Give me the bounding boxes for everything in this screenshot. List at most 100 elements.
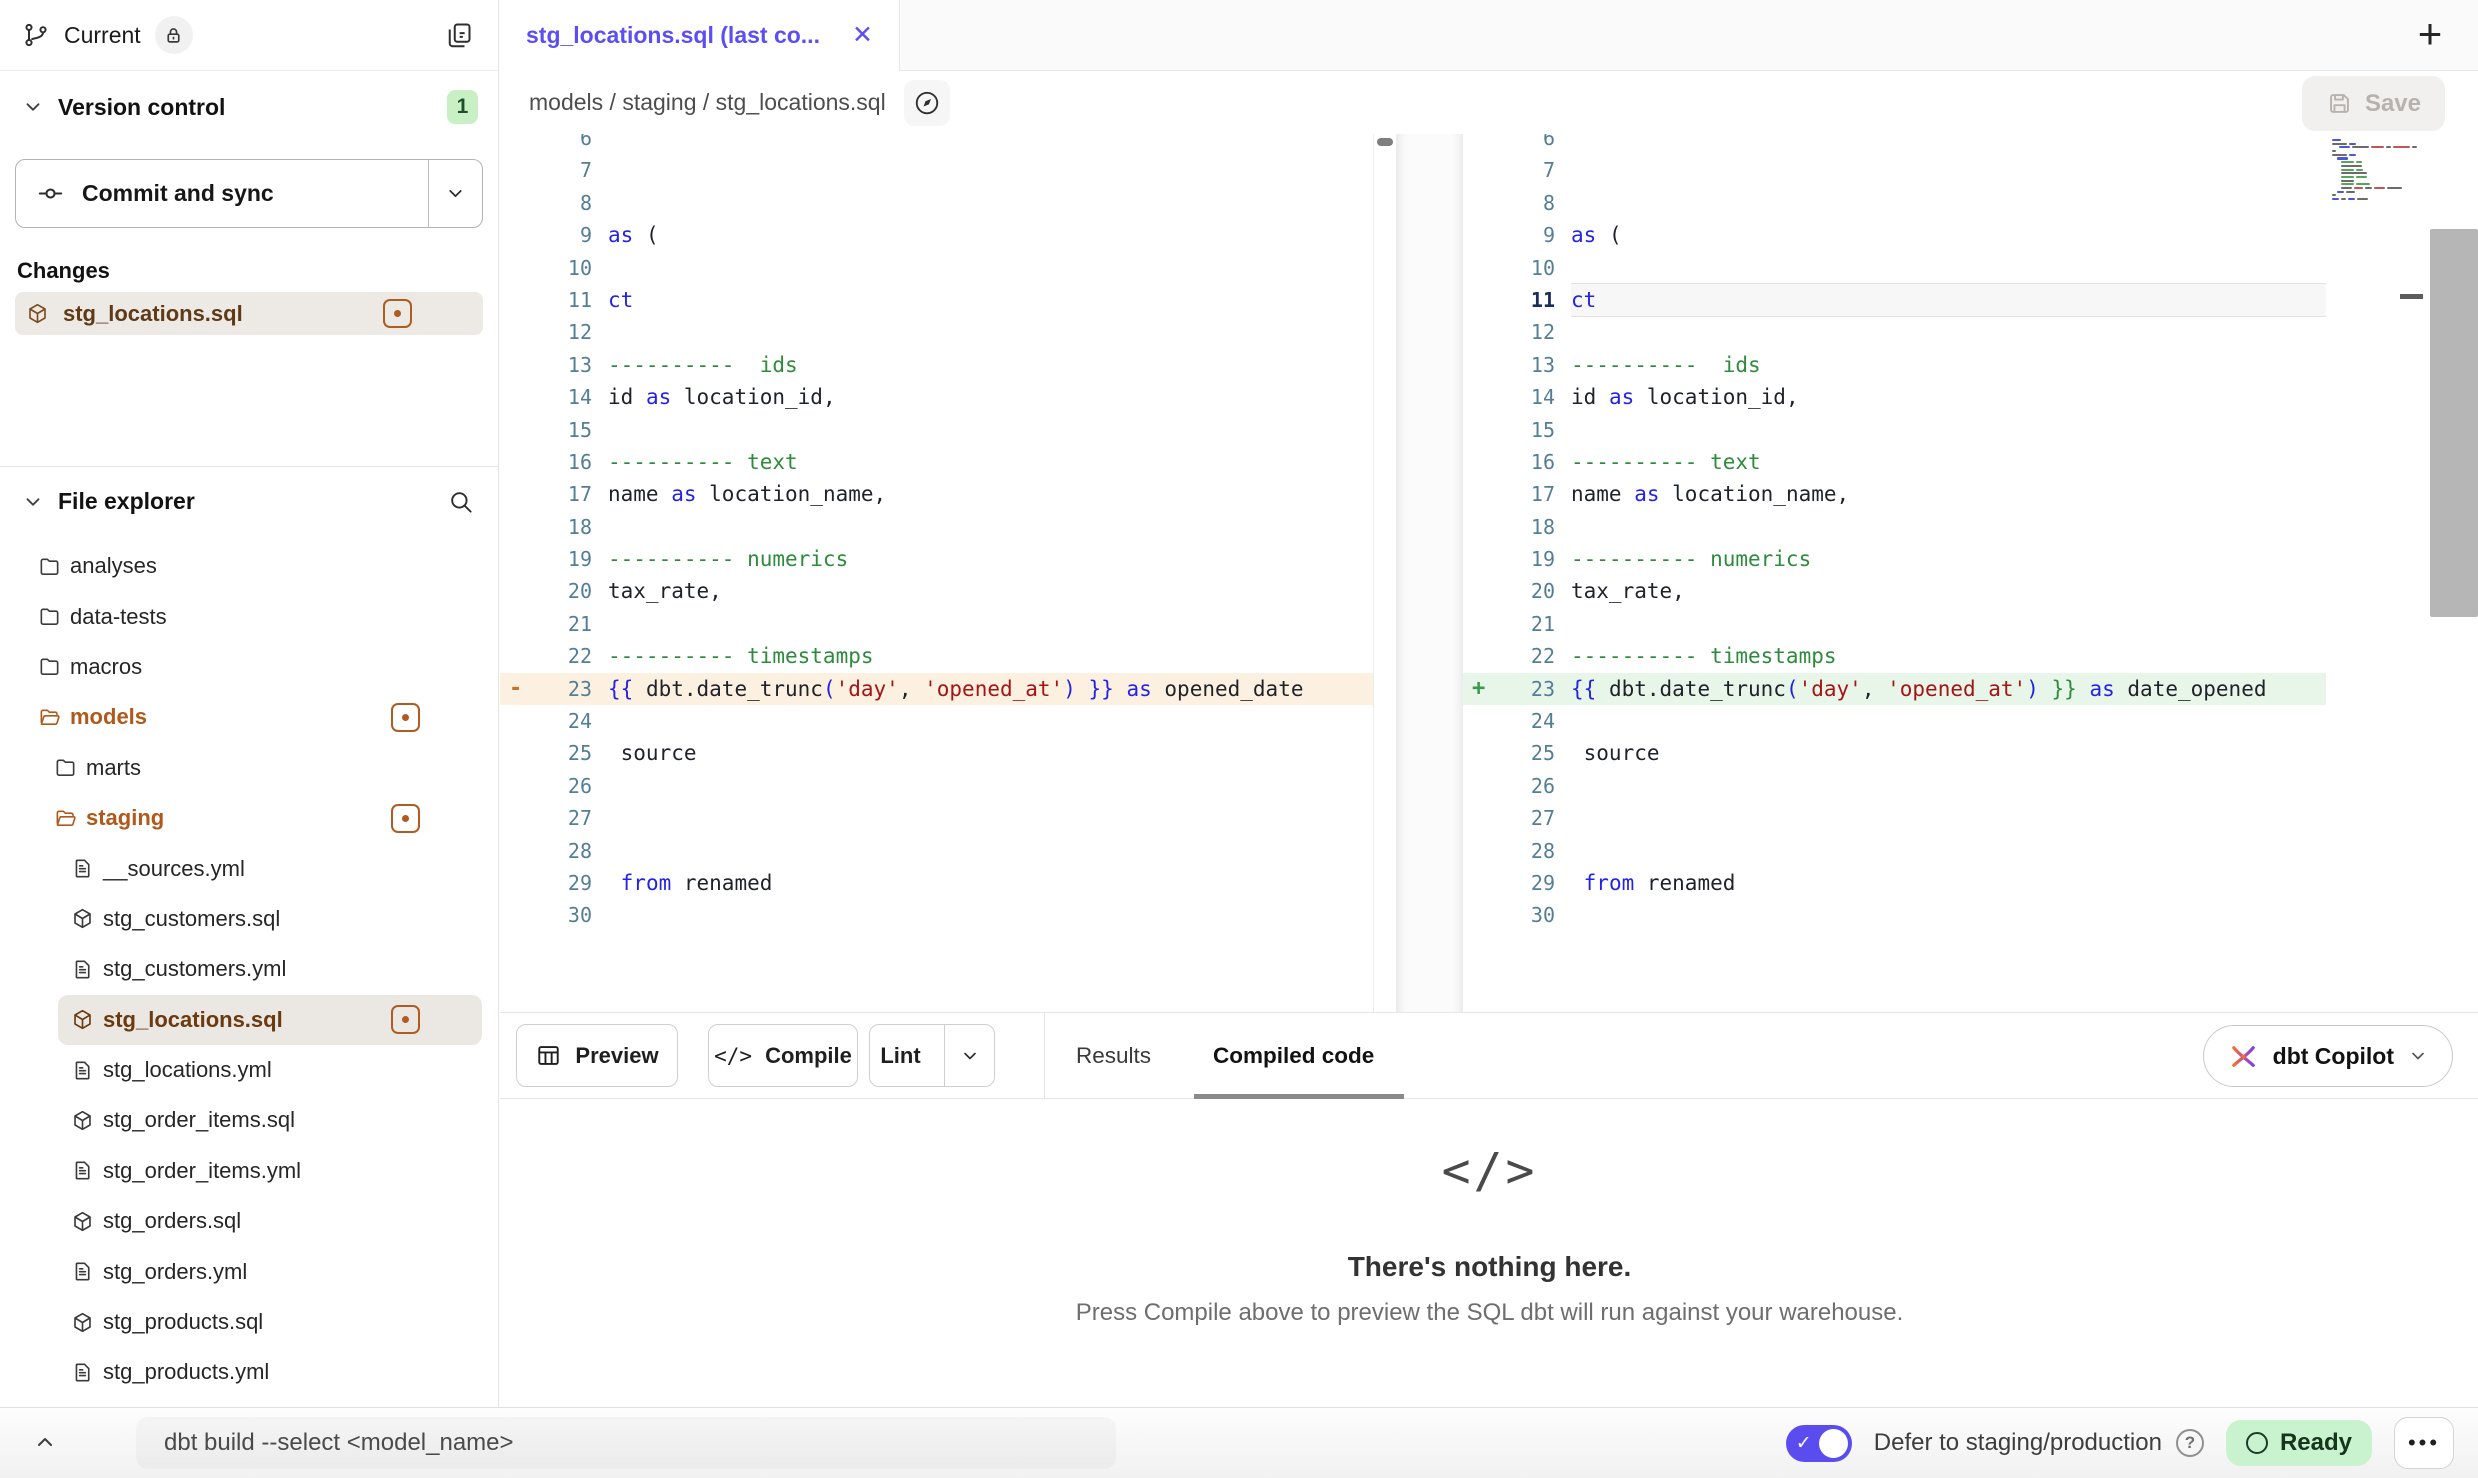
left-pane-scrollbar[interactable] — [1373, 134, 1397, 1012]
ready-status-badge[interactable]: Ready — [2226, 1420, 2372, 1466]
tab-compiled-code[interactable]: Compiled code — [1213, 1013, 1374, 1098]
code-line-original-9[interactable]: 9as ( — [500, 219, 1373, 251]
code-line-original-11[interactable]: 11ct — [500, 284, 1373, 316]
code-line-modified-21[interactable]: 21 — [1463, 608, 2326, 640]
code-line-original-27[interactable]: 27 — [500, 802, 1373, 834]
tree-item-stg-locations-yml[interactable]: stg_locations.yml — [0, 1045, 498, 1095]
preview-button[interactable]: Preview — [516, 1024, 678, 1087]
save-button[interactable]: Save — [2302, 76, 2445, 131]
command-input[interactable]: dbt build --select <model_name> — [136, 1417, 1116, 1469]
help-icon[interactable]: ? — [2176, 1429, 2204, 1457]
search-icon[interactable] — [447, 488, 474, 515]
code-line-original-24[interactable]: 24 — [500, 705, 1373, 737]
code-line-modified-27[interactable]: 27 — [1463, 802, 2326, 834]
code-line-modified-23[interactable]: +23{{ dbt.date_trunc('day', 'opened_at')… — [1463, 673, 2326, 705]
code-line-original-23[interactable]: -23{{ dbt.date_trunc('day', 'opened_at')… — [500, 673, 1373, 705]
tree-item-data-tests[interactable]: data-tests — [0, 591, 498, 641]
tree-item-stg-order-items-yml[interactable]: stg_order_items.yml — [0, 1146, 498, 1196]
code-line-original-21[interactable]: 21 — [500, 608, 1373, 640]
code-line-original-29[interactable]: 29 from renamed — [500, 867, 1373, 899]
code-line-modified-9[interactable]: 9as ( — [1463, 219, 2326, 251]
tree-item-macros[interactable]: macros — [0, 642, 498, 692]
code-line-modified-22[interactable]: 22---------- timestamps — [1463, 640, 2326, 672]
collapse-panel-button[interactable] — [0, 1431, 90, 1455]
code-line-modified-24[interactable]: 24 — [1463, 705, 2326, 737]
code-line-modified-20[interactable]: 20tax_rate, — [1463, 575, 2326, 607]
code-line-original-13[interactable]: 13---------- ids — [500, 349, 1373, 381]
diff-pane-modified[interactable]: 6789as (1011ct1213---------- ids14id as … — [1463, 134, 2326, 1012]
tree-item-models[interactable]: models — [0, 692, 498, 742]
code-line-original-25[interactable]: 25 source — [500, 737, 1373, 769]
code-line-modified-17[interactable]: 17name as location_name, — [1463, 478, 2326, 510]
diff-pane-original[interactable]: 6789as (1011ct1213---------- ids14id as … — [500, 134, 1373, 1012]
version-control-header[interactable]: Version control 1 — [0, 71, 498, 143]
code-line-original-18[interactable]: 18 — [500, 511, 1373, 543]
tab-results[interactable]: Results — [1076, 1013, 1151, 1098]
code-line-modified-26[interactable]: 26 — [1463, 770, 2326, 802]
code-line-modified-15[interactable]: 15 — [1463, 414, 2326, 446]
tree-item-stg-products-yml[interactable]: stg_products.yml — [0, 1347, 498, 1397]
tree-item-stg-customers-sql[interactable]: stg_customers.sql — [0, 894, 498, 944]
code-line-original-30[interactable]: 30 — [500, 899, 1373, 931]
tree-item-stg-orders-sql[interactable]: stg_orders.sql — [0, 1196, 498, 1246]
dbt-copilot-button[interactable]: dbt Copilot — [2203, 1025, 2453, 1087]
more-options-button[interactable]: ••• — [2394, 1417, 2454, 1469]
code-line-modified-30[interactable]: 30 — [1463, 899, 2326, 931]
code-line-original-17[interactable]: 17name as location_name, — [500, 478, 1373, 510]
defer-toggle[interactable]: ✓ — [1786, 1425, 1852, 1462]
code-line-original-12[interactable]: 12 — [500, 316, 1373, 348]
new-tab-button[interactable]: + — [2406, 10, 2454, 58]
code-line-modified-29[interactable]: 29 from renamed — [1463, 867, 2326, 899]
breadcrumb[interactable]: models / staging / stg_locations.sql — [529, 89, 886, 116]
code-line-original-14[interactable]: 14id as location_id, — [500, 381, 1373, 413]
tree-item-staging[interactable]: staging — [0, 793, 498, 843]
code-line-original-22[interactable]: 22---------- timestamps — [500, 640, 1373, 672]
code-line-modified-18[interactable]: 18 — [1463, 511, 2326, 543]
code-line-original-19[interactable]: 19---------- numerics — [500, 543, 1373, 575]
commit-options-caret[interactable] — [428, 160, 482, 227]
code-line-original-26[interactable]: 26 — [500, 770, 1373, 802]
code-line-modified-10[interactable]: 10 — [1463, 252, 2326, 284]
editor-scrollbar-thumb[interactable] — [2430, 229, 2478, 617]
tree-item--sources-yml[interactable]: __sources.yml — [0, 843, 498, 893]
lineage-button[interactable] — [904, 80, 950, 126]
branch-name[interactable]: Current — [64, 22, 141, 49]
commit-and-sync-button[interactable]: Commit and sync — [15, 159, 483, 228]
file-explorer-header[interactable]: File explorer — [0, 467, 498, 515]
tree-item-analyses[interactable]: analyses — [0, 541, 498, 591]
code-line-modified-25[interactable]: 25 source — [1463, 737, 2326, 769]
code-line-modified-12[interactable]: 12 — [1463, 316, 2326, 348]
minimap[interactable] — [2332, 139, 2396, 202]
code-line-original-6[interactable]: 6 — [500, 134, 1373, 154]
change-item-stg_locations.sql[interactable]: stg_locations.sql — [15, 292, 483, 335]
copy-icon[interactable] — [444, 20, 474, 50]
code-line-original-10[interactable]: 10 — [500, 252, 1373, 284]
code-line-modified-16[interactable]: 16---------- text — [1463, 446, 2326, 478]
code-line-modified-8[interactable]: 8 — [1463, 187, 2326, 219]
code-line-modified-13[interactable]: 13---------- ids — [1463, 349, 2326, 381]
code-line-modified-7[interactable]: 7 — [1463, 154, 2326, 186]
pane-divider[interactable] — [1397, 134, 1463, 1012]
tree-item-stg-orders-yml[interactable]: stg_orders.yml — [0, 1246, 498, 1296]
compile-button[interactable]: </> Compile — [708, 1024, 858, 1087]
lint-label[interactable]: Lint — [870, 1043, 931, 1069]
code-line-original-28[interactable]: 28 — [500, 835, 1373, 867]
code-line-modified-11[interactable]: 11ct — [1463, 284, 2326, 316]
close-icon[interactable]: ✕ — [852, 23, 873, 48]
tree-item-stg-order-items-sql[interactable]: stg_order_items.sql — [0, 1095, 498, 1145]
code-line-modified-6[interactable]: 6 — [1463, 134, 2326, 154]
code-line-original-8[interactable]: 8 — [500, 187, 1373, 219]
tab-stg-locations-sql[interactable]: stg_locations.sql (last co... ✕ — [500, 0, 900, 71]
code-line-modified-14[interactable]: 14id as location_id, — [1463, 381, 2326, 413]
lint-options-caret[interactable] — [944, 1025, 994, 1086]
tree-item-stg-locations-sql[interactable]: stg_locations.sql — [58, 995, 482, 1045]
code-line-original-15[interactable]: 15 — [500, 414, 1373, 446]
code-line-modified-19[interactable]: 19---------- numerics — [1463, 543, 2326, 575]
lint-button[interactable]: Lint — [869, 1024, 995, 1087]
scrollbar-thumb[interactable] — [1377, 138, 1393, 146]
tree-item-stg-products-sql[interactable]: stg_products.sql — [0, 1297, 498, 1347]
code-line-original-7[interactable]: 7 — [500, 154, 1373, 186]
tree-item-stg-customers-yml[interactable]: stg_customers.yml — [0, 944, 498, 994]
code-line-original-16[interactable]: 16---------- text — [500, 446, 1373, 478]
tree-item-marts[interactable]: marts — [0, 743, 498, 793]
